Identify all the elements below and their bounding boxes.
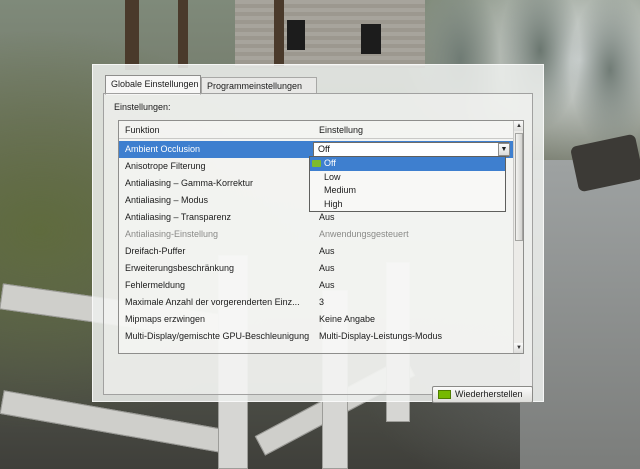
background-house-window [287,20,305,50]
setting-function: Fehlermeldung [125,280,186,290]
setting-function: Ambient Occlusion [125,144,201,154]
setting-row[interactable]: Antialiasing-Einstellung Anwendungsgeste… [119,226,513,243]
nvidia-logo-icon [438,390,451,399]
scroll-up-arrow-icon[interactable]: ▲ [514,121,523,131]
setting-value: Aus [319,263,335,273]
scrollbar-thumb[interactable] [515,133,523,241]
setting-row[interactable]: Maximale Anzahl der vorgerenderten Einz.… [119,294,513,311]
tab-program-settings[interactable]: Programmeinstellungen [201,77,317,94]
dropdown-option-low[interactable]: Low [310,171,505,185]
setting-function: Erweiterungsbeschränkung [125,263,235,273]
background-house-window [361,24,381,54]
setting-function: Antialiasing – Transparenz [125,212,232,222]
setting-function: Antialiasing – Modus [125,195,209,205]
nvidia-check-icon [312,160,321,167]
setting-value: Anwendungsgesteuert [319,229,409,239]
background-house [235,0,425,68]
restore-button-label: Wiederherstellen [455,389,523,399]
setting-function: Multi-Display/gemischte GPU-Beschleunigu… [125,331,310,341]
scroll-down-arrow-icon[interactable]: ▼ [514,343,523,353]
column-header-setting[interactable]: Einstellung [319,125,363,135]
setting-value: Multi-Display-Leistungs-Modus [319,331,443,341]
background-tree-trunk [178,0,188,68]
settings-panel: Globale Einstellungen Programmeinstellun… [92,64,544,403]
chevron-down-icon[interactable]: ▼ [498,143,510,156]
dropdown-option-off[interactable]: Off [310,157,505,171]
setting-function: Antialiasing-Einstellung [125,229,219,239]
ambient-occlusion-dropdown-list[interactable]: Off Low Medium High [309,156,506,212]
setting-row[interactable]: Erweiterungsbeschränkung Aus [119,260,513,277]
setting-function: Mipmaps erzwingen [125,314,206,324]
settings-label: Einstellungen: [114,102,171,112]
restore-button[interactable]: Wiederherstellen [432,386,533,403]
tab-global-settings[interactable]: Globale Einstellungen [105,75,201,95]
dropdown-option-high[interactable]: High [310,198,505,212]
column-header-function[interactable]: Funktion [125,125,160,135]
list-header: Funktion Einstellung [119,121,513,139]
setting-value: 3 [319,297,325,307]
setting-value: Aus [319,280,335,290]
background-tree-trunk [125,0,139,70]
setting-value-select[interactable]: Off [313,142,509,157]
setting-row[interactable]: Dreifach-Puffer Aus [119,243,513,260]
setting-row[interactable]: Multi-Display/gemischte GPU-Beschleunigu… [119,328,513,345]
setting-row[interactable]: Mipmaps erzwingen Keine Angabe [119,311,513,328]
list-scrollbar[interactable]: ▲ ▼ [513,121,523,353]
setting-function: Anisotrope Filterung [125,161,206,171]
setting-row[interactable]: Fehlermeldung Aus [119,277,513,294]
background-tree-trunk [274,0,284,66]
setting-value: Aus [319,246,335,256]
setting-function: Antialiasing – Gamma-Korrektur [125,178,254,188]
tab-content: Einstellungen: Funktion Einstellung Ambi… [103,93,533,403]
setting-function: Maximale Anzahl der vorgerenderten Einz.… [125,297,300,307]
setting-value: Keine Angabe [319,314,376,324]
dropdown-option-medium[interactable]: Medium [310,184,505,198]
setting-function: Dreifach-Puffer [125,246,186,256]
